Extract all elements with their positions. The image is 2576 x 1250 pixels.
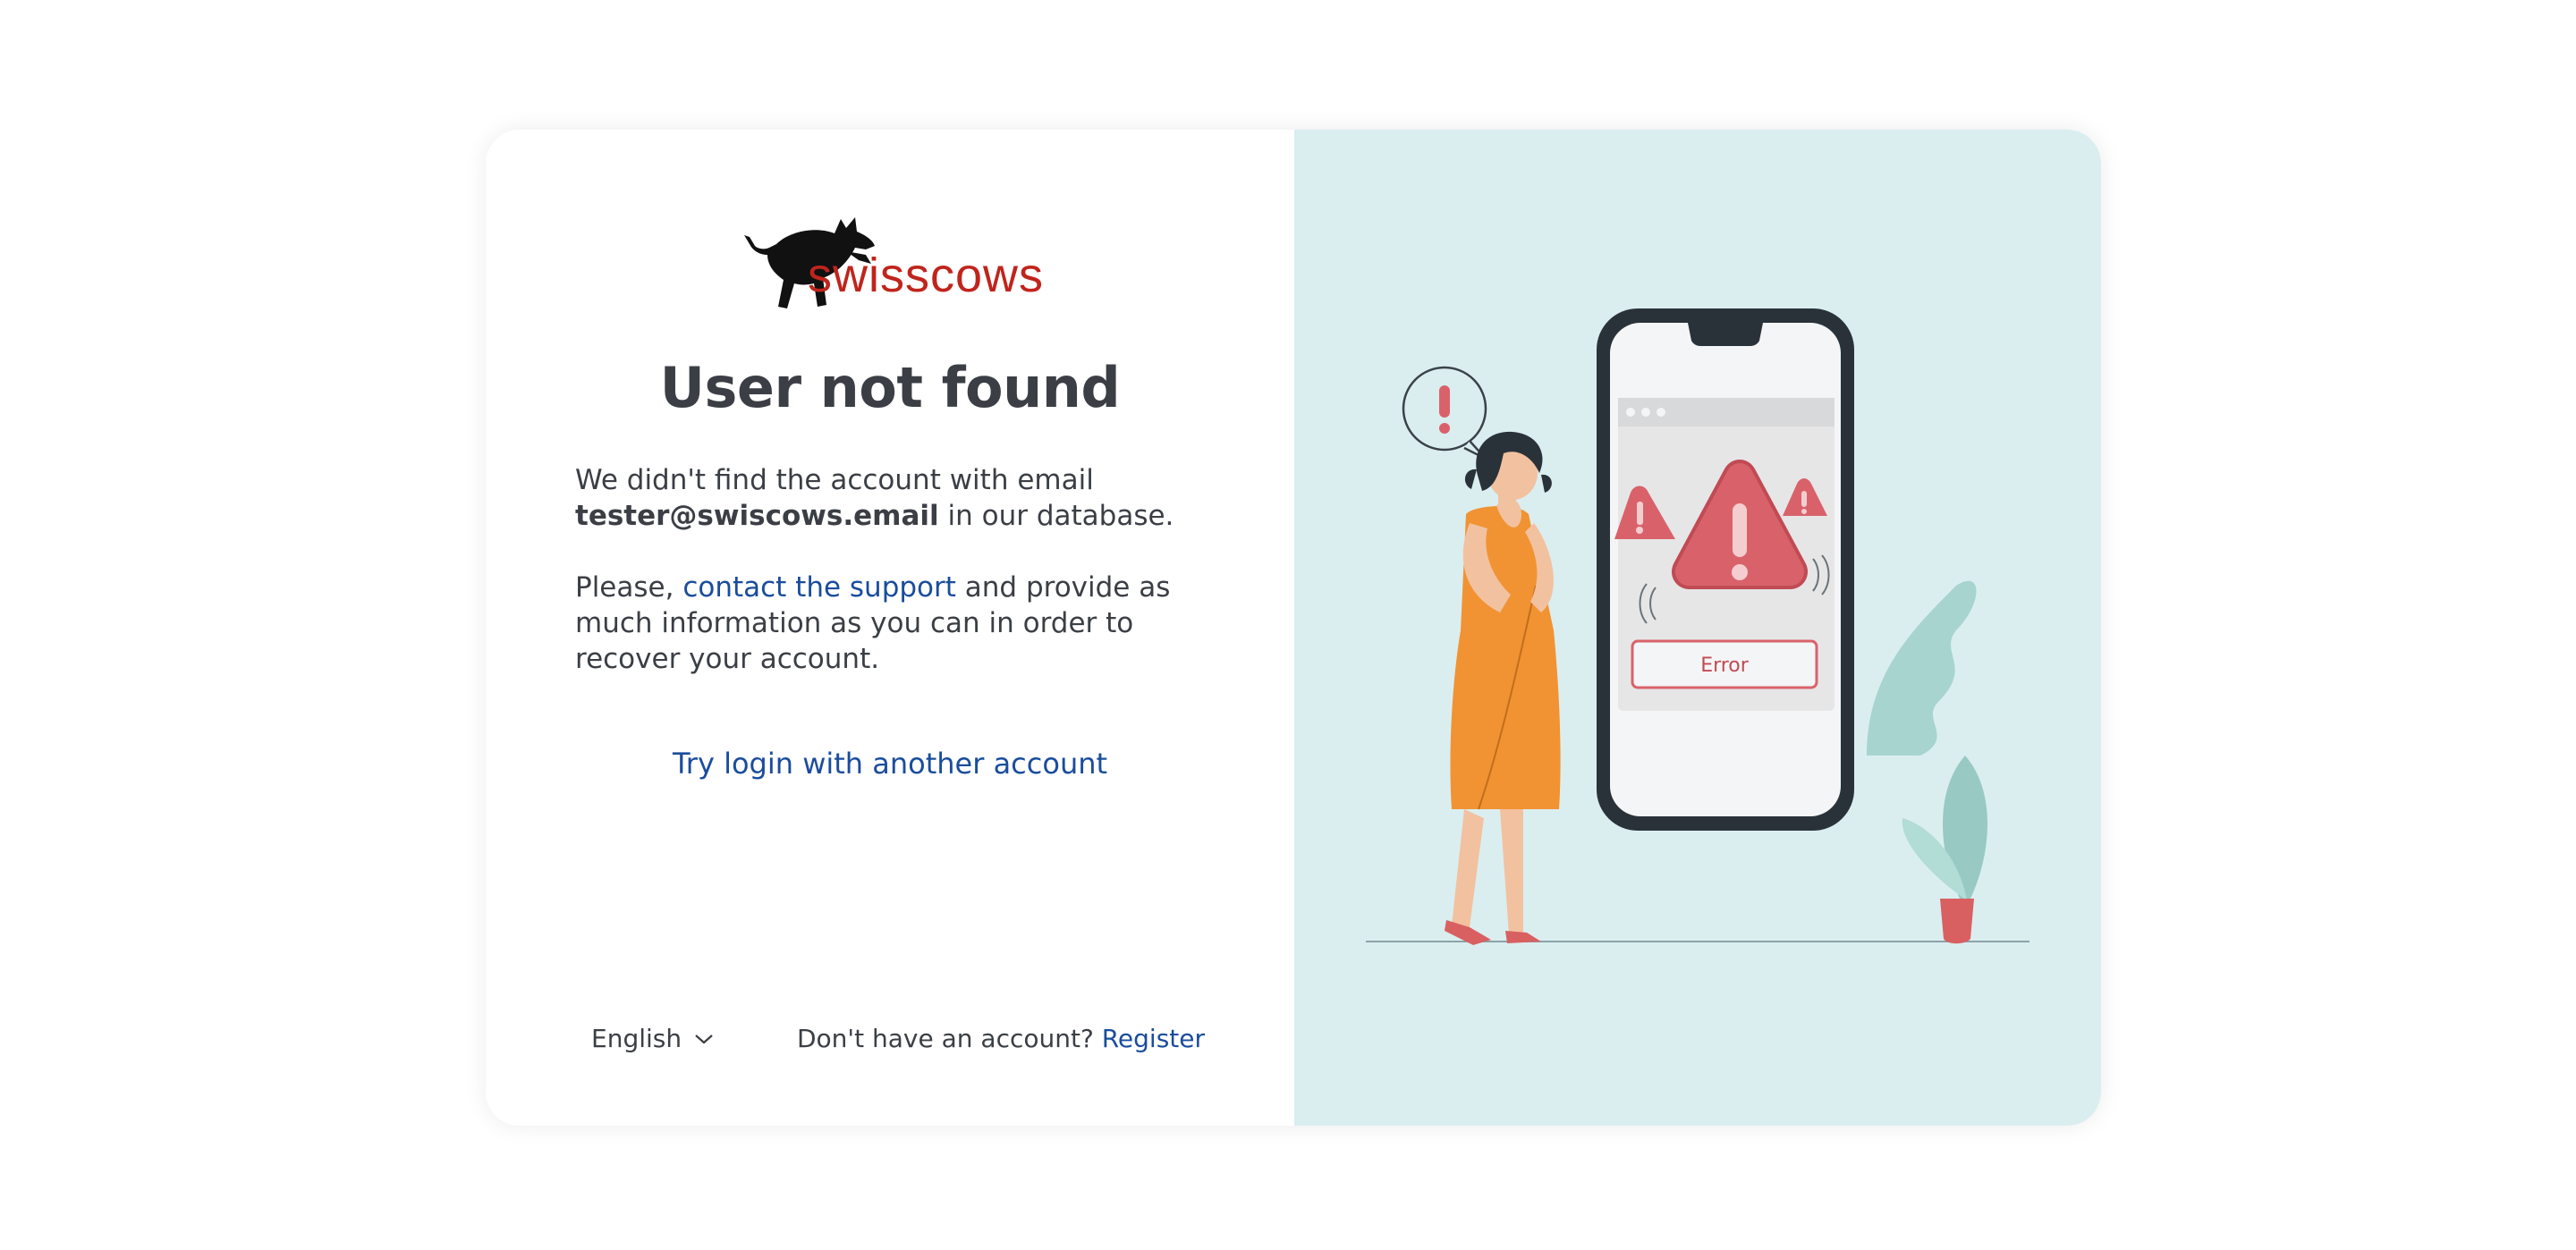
logo-wordmark: swisscows: [808, 249, 1045, 302]
error-label: Error: [1700, 655, 1750, 677]
register-prompt: Don't have an account? Register: [797, 1024, 1205, 1053]
email-value: tester@swiscows.email: [575, 500, 939, 532]
try-another-account-link[interactable]: Try login with another account: [486, 747, 1294, 781]
no-account-text: Don't have an account?: [796, 1024, 1102, 1053]
contact-support-link[interactable]: contact the support: [682, 571, 956, 604]
message-prefix: We didn't find the account with email: [575, 464, 1094, 496]
woman-figure-icon: [1445, 431, 1561, 945]
language-selector[interactable]: English: [591, 1024, 714, 1053]
not-found-message: We didn't find the account with email te…: [575, 462, 1183, 534]
leaf-plant-icon: [1867, 580, 1977, 756]
left-panel: swisscows User not found We didn't find …: [486, 130, 1294, 1126]
error-illustration: Error: [1366, 308, 2029, 945]
register-link[interactable]: Register: [1102, 1024, 1205, 1053]
language-label: English: [591, 1024, 682, 1053]
page-title: User not found: [659, 355, 1121, 420]
support-prefix: Please,: [575, 571, 683, 604]
error-button-graphic: Error: [1631, 639, 1818, 689]
right-panel: Error: [1294, 130, 2101, 1126]
exclamation-bubble-icon: [1402, 366, 1487, 460]
chevron-down-icon: [695, 1034, 713, 1043]
support-message: Please, contact the support and provide …: [575, 570, 1183, 677]
potted-plant-icon: [1902, 756, 1987, 944]
message-suffix: in our database.: [938, 500, 1174, 532]
login-card: swisscows User not found We didn't find …: [486, 130, 2101, 1126]
